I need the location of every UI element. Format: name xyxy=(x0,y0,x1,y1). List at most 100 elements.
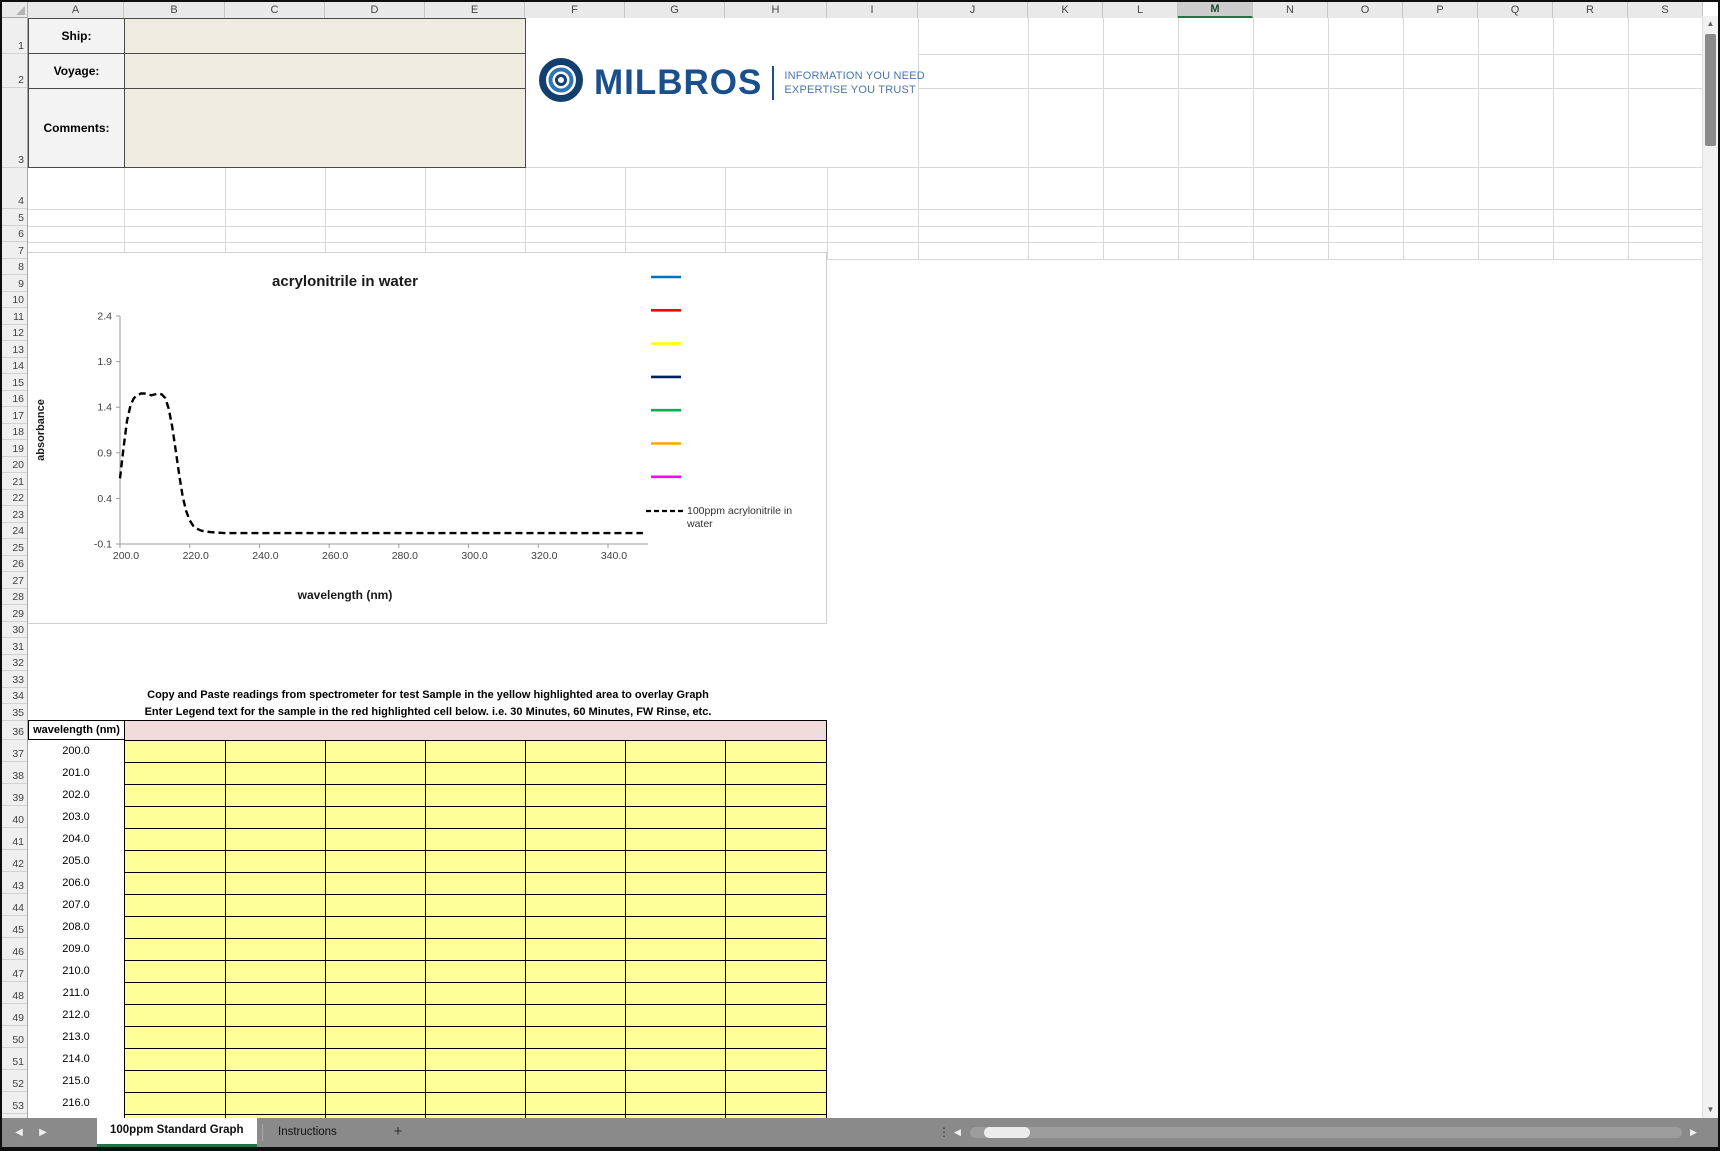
column-header-E[interactable]: E xyxy=(425,2,525,18)
sample-data-cell[interactable] xyxy=(526,895,625,916)
tabs-next-icon[interactable]: ▶ xyxy=(32,1118,54,1147)
sample-data-cell[interactable] xyxy=(526,807,625,828)
scroll-down-icon[interactable]: ▼ xyxy=(1703,1102,1718,1118)
sample-data-cell[interactable] xyxy=(125,785,225,806)
sample-data-cell[interactable] xyxy=(626,785,725,806)
sample-data-cell[interactable] xyxy=(526,961,625,982)
column-header-Q[interactable]: Q xyxy=(1478,2,1553,18)
sample-data-cell[interactable] xyxy=(226,763,325,784)
column-header-K[interactable]: K xyxy=(1028,2,1103,18)
sample-data-cell[interactable] xyxy=(125,851,225,872)
sample-data-cell[interactable] xyxy=(125,873,225,894)
row-header-6[interactable]: 6 xyxy=(2,226,28,243)
sample-data-cell[interactable] xyxy=(125,1093,225,1114)
sample-data-cell[interactable] xyxy=(326,1093,425,1114)
row-header-8[interactable]: 8 xyxy=(2,259,28,276)
sample-data-cell[interactable] xyxy=(226,895,325,916)
vscroll-thumb[interactable] xyxy=(1705,34,1716,146)
row-header-32[interactable]: 32 xyxy=(2,655,28,672)
sample-data-cell[interactable] xyxy=(426,851,525,872)
select-all-corner[interactable] xyxy=(2,2,28,18)
sample-data-cell[interactable] xyxy=(726,895,826,916)
column-header-O[interactable]: O xyxy=(1328,2,1403,18)
row-header-44[interactable]: 44 xyxy=(2,894,28,916)
sample-data-cell[interactable] xyxy=(125,895,225,916)
row-header-15[interactable]: 15 xyxy=(2,374,28,391)
sample-data-cell[interactable] xyxy=(626,829,725,850)
sample-data-cell[interactable] xyxy=(526,917,625,938)
sample-data-cell[interactable] xyxy=(726,961,826,982)
sample-data-cell[interactable] xyxy=(526,1049,625,1070)
row-header-38[interactable]: 38 xyxy=(2,762,28,784)
sample-data-cell[interactable] xyxy=(726,1005,826,1026)
sample-data-cell[interactable] xyxy=(226,983,325,1004)
column-header-N[interactable]: N xyxy=(1253,2,1328,18)
sample-data-cell[interactable] xyxy=(426,895,525,916)
column-header-S[interactable]: S xyxy=(1628,2,1703,18)
row-header-1[interactable]: 1 xyxy=(2,18,28,54)
sample-data-cell[interactable] xyxy=(626,873,725,894)
sample-data-cell[interactable] xyxy=(526,763,625,784)
column-header-M[interactable]: M xyxy=(1178,2,1253,18)
sample-data-cell[interactable] xyxy=(726,1071,826,1092)
sample-data-cell[interactable] xyxy=(125,741,225,762)
sample-data-cell[interactable] xyxy=(226,785,325,806)
row-header-14[interactable]: 14 xyxy=(2,358,28,375)
row-header-53[interactable]: 53 xyxy=(2,1092,28,1114)
sample-data-cell[interactable] xyxy=(326,1027,425,1048)
row-header-18[interactable]: 18 xyxy=(2,424,28,441)
sample-data-cell[interactable] xyxy=(226,1049,325,1070)
column-header-I[interactable]: I xyxy=(827,2,918,18)
tab-options-icon[interactable]: ⋮ xyxy=(938,1118,950,1147)
row-header-28[interactable]: 28 xyxy=(2,589,28,606)
sample-data-cell[interactable] xyxy=(626,939,725,960)
vertical-scrollbar[interactable]: ▲ ▼ xyxy=(1702,16,1718,1118)
row-header-10[interactable]: 10 xyxy=(2,292,28,309)
sample-data-cell[interactable] xyxy=(326,895,425,916)
sample-data-cell[interactable] xyxy=(125,1005,225,1026)
sample-data-cell[interactable] xyxy=(726,1027,826,1048)
row-header-48[interactable]: 48 xyxy=(2,982,28,1004)
sample-data-cell[interactable] xyxy=(326,939,425,960)
sample-data-cell[interactable] xyxy=(426,1049,525,1070)
sample-data-cell[interactable] xyxy=(226,917,325,938)
sample-data-cell[interactable] xyxy=(326,873,425,894)
sample-data-cell[interactable] xyxy=(226,873,325,894)
sample-data-cell[interactable] xyxy=(726,873,826,894)
row-header-3[interactable]: 3 xyxy=(2,88,28,168)
sample-data-cell[interactable] xyxy=(125,807,225,828)
sample-data-cell[interactable] xyxy=(626,895,725,916)
tabs-prev-icon[interactable]: ◀ xyxy=(8,1118,30,1147)
sample-data-cell[interactable] xyxy=(226,1093,325,1114)
sample-data-cell[interactable] xyxy=(326,1049,425,1070)
sample-data-cell[interactable] xyxy=(226,829,325,850)
sample-data-cell[interactable] xyxy=(125,1071,225,1092)
sample-data-cell[interactable] xyxy=(526,873,625,894)
row-header-41[interactable]: 41 xyxy=(2,828,28,850)
row-header-19[interactable]: 19 xyxy=(2,440,28,457)
row-header-24[interactable]: 24 xyxy=(2,523,28,540)
sample-data-cell[interactable] xyxy=(125,983,225,1004)
horizontal-scrollbar[interactable] xyxy=(970,1127,1682,1138)
legend-text-cell[interactable] xyxy=(124,720,827,740)
row-header-37[interactable]: 37 xyxy=(2,740,28,762)
sample-data-cell[interactable] xyxy=(426,1071,525,1092)
column-header-P[interactable]: P xyxy=(1403,2,1478,18)
sample-data-cell[interactable] xyxy=(226,1071,325,1092)
sample-data-cell[interactable] xyxy=(526,785,625,806)
hscroll-right-icon[interactable]: ▶ xyxy=(1690,1118,1697,1147)
sample-data-cell[interactable] xyxy=(526,1005,625,1026)
comments-input-cell[interactable] xyxy=(124,88,526,168)
row-header-43[interactable]: 43 xyxy=(2,872,28,894)
column-header-F[interactable]: F xyxy=(525,2,625,18)
row-header-22[interactable]: 22 xyxy=(2,490,28,507)
row-header-42[interactable]: 42 xyxy=(2,850,28,872)
sample-data-cell[interactable] xyxy=(626,807,725,828)
row-header-4[interactable]: 4 xyxy=(2,168,28,209)
sample-data-cell[interactable] xyxy=(426,785,525,806)
row-header-21[interactable]: 21 xyxy=(2,473,28,490)
row-header-40[interactable]: 40 xyxy=(2,806,28,828)
sample-data-cell[interactable] xyxy=(226,1005,325,1026)
sample-data-cell[interactable] xyxy=(125,961,225,982)
sample-data-cell[interactable] xyxy=(526,1093,625,1114)
